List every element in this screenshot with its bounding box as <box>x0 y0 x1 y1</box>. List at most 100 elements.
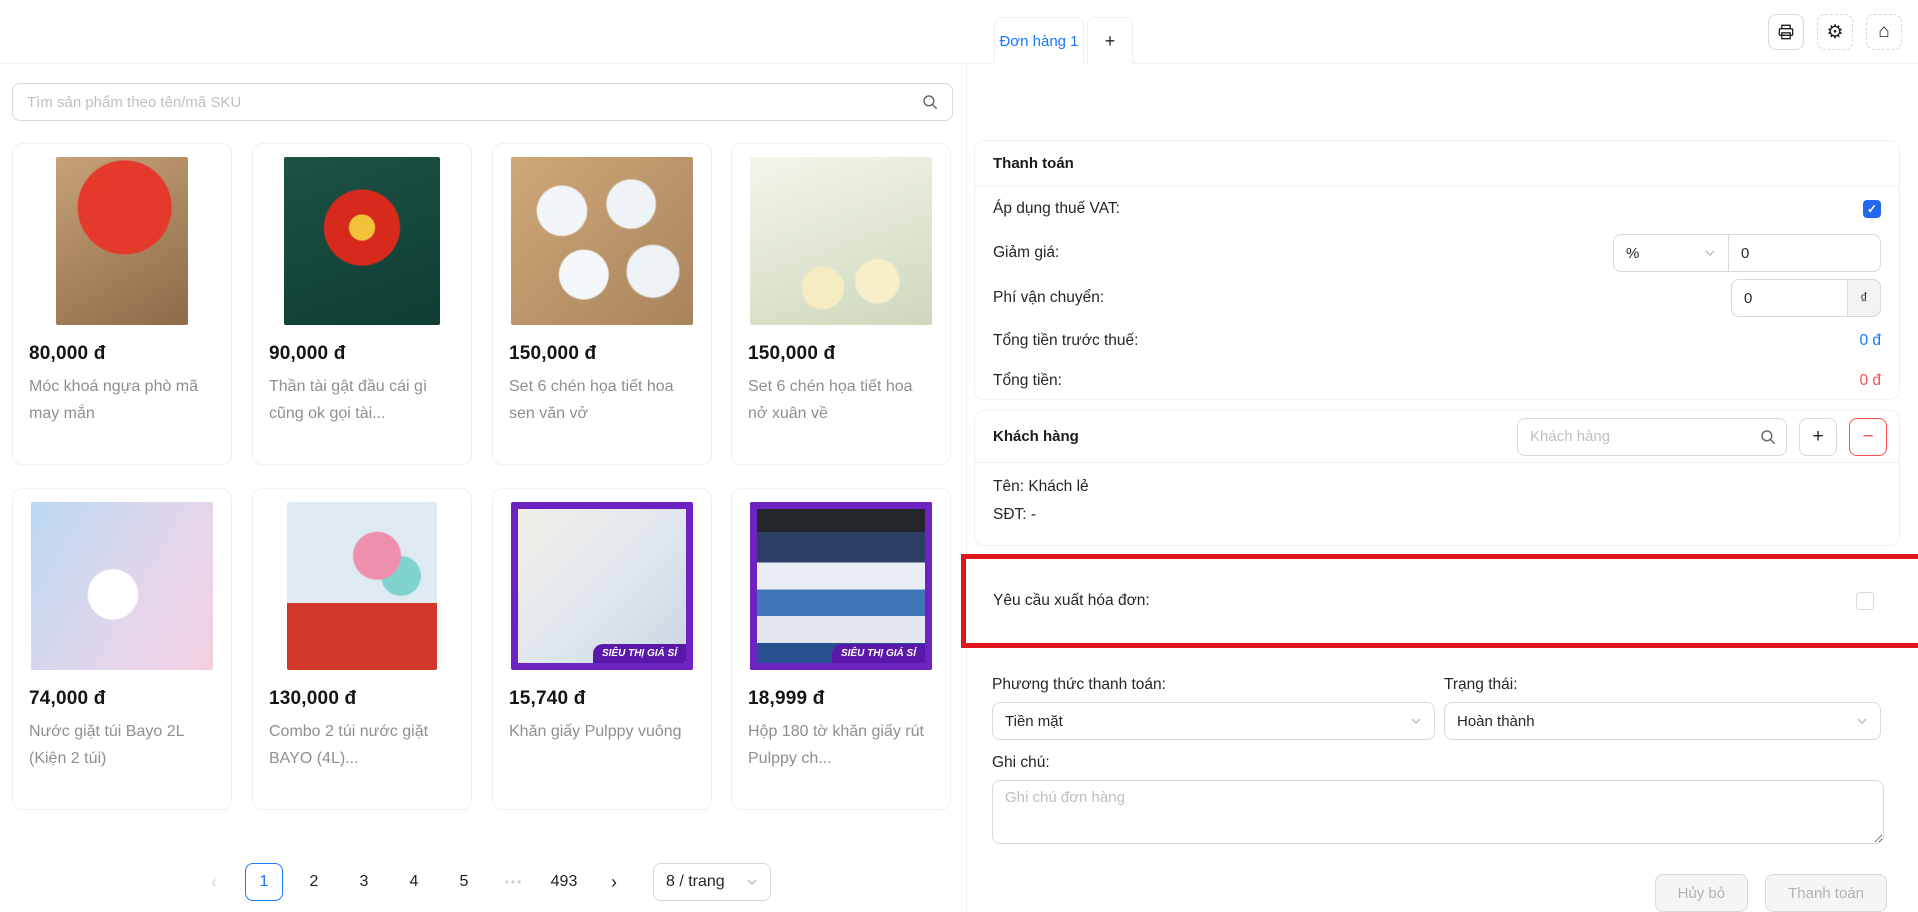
note-section: Ghi chú: <box>992 754 1884 849</box>
order-panel: Thanh toán Áp dụng thuế VAT: ✓ Giảm giá:… <box>967 64 1918 912</box>
status-select[interactable]: Hoàn thành <box>1444 702 1881 740</box>
new-order-tab-button[interactable]: + <box>1087 17 1133 64</box>
payment-section: Thanh toán Áp dụng thuế VAT: ✓ Giảm giá:… <box>974 140 1900 400</box>
customer-title: Khách hàng <box>993 428 1079 445</box>
shipping-input-group: ₫ <box>1731 279 1881 317</box>
product-price: 130,000 đ <box>269 688 455 710</box>
vat-label: Áp dụng thuế VAT: <box>993 200 1120 218</box>
remove-customer-button[interactable]: − <box>1849 418 1887 456</box>
chevron-down-icon <box>1410 715 1422 727</box>
ellipsis-icon[interactable]: ••• <box>495 863 533 901</box>
payment-title: Thanh toán <box>975 141 1899 187</box>
subtotal-label: Tổng tiền trước thuế: <box>993 332 1138 350</box>
product-image <box>56 157 188 325</box>
home-icon: ⌂ <box>1878 21 1889 43</box>
product-panel: 80,000 đ Móc khoá ngựa phò mã may mắn 90… <box>0 64 966 912</box>
product-card[interactable]: SIÊU THỊ GIÁ SỈ 15,740 đ Khăn giấy Pulpp… <box>492 488 712 810</box>
note-textarea[interactable] <box>992 780 1884 844</box>
discount-unit-select[interactable]: % <box>1613 234 1729 272</box>
product-name: Combo 2 túi nước giặt BAYO (4L)... <box>269 718 455 772</box>
product-search-input[interactable] <box>12 83 953 121</box>
customer-section: Khách hàng + − Tên: Khách lẻ SĐT: - <box>974 410 1900 546</box>
customer-search <box>1517 418 1787 456</box>
product-card[interactable]: SIÊU THỊ GIÁ SỈ 18,999 đ Hộp 180 tờ khăn… <box>731 488 951 810</box>
discount-input[interactable] <box>1729 245 1880 262</box>
page-3[interactable]: 3 <box>345 863 383 901</box>
product-search <box>12 83 953 121</box>
product-name: Set 6 chén họa tiết hoa sen văn vở <box>509 373 695 427</box>
add-customer-button[interactable]: + <box>1799 418 1837 456</box>
invoice-request-label: Yêu cầu xuất hóa đơn: <box>993 592 1150 610</box>
product-card[interactable]: 150,000 đ Set 6 chén họa tiết hoa nở xuâ… <box>731 143 951 465</box>
product-card[interactable]: 130,000 đ Combo 2 túi nước giặt BAYO (4L… <box>252 488 472 810</box>
product-price: 150,000 đ <box>748 343 934 365</box>
product-card[interactable]: 74,000 đ Nước giặt túi Bayo 2L (Kiện 2 t… <box>12 488 232 810</box>
page-1[interactable]: 1 <box>245 863 283 901</box>
total-label: Tổng tiền: <box>993 372 1062 390</box>
discount-label: Giảm giá: <box>993 244 1059 262</box>
shipping-label: Phí vận chuyển: <box>993 289 1104 307</box>
next-page-button[interactable]: › <box>595 863 633 901</box>
product-name: Nước giặt túi Bayo 2L (Kiện 2 túi) <box>29 718 215 772</box>
customer-phone: SĐT: - <box>993 501 1881 529</box>
status-value: Hoàn thành <box>1457 713 1535 730</box>
app-header: Đơn hàng 1 + ⚙ ⌂ <box>0 0 1918 64</box>
discount-field-wrap <box>1728 234 1881 272</box>
plus-icon: + <box>1105 31 1116 52</box>
product-image <box>31 502 213 670</box>
page-4[interactable]: 4 <box>395 863 433 901</box>
invoice-request-checkbox[interactable] <box>1856 592 1874 610</box>
discount-unit-value: % <box>1626 245 1639 262</box>
page-last[interactable]: 493 <box>545 863 583 901</box>
product-price: 80,000 đ <box>29 343 215 365</box>
payment-method-value: Tiền mặt <box>1005 713 1063 730</box>
product-card[interactable]: 150,000 đ Set 6 chén họa tiết hoa sen vă… <box>492 143 712 465</box>
pagination: ‹ 1 2 3 4 5 ••• 493 › 8 / trang <box>0 862 966 902</box>
product-price: 18,999 đ <box>748 688 934 710</box>
page-size-value: 8 / trang <box>666 873 725 891</box>
chevron-down-icon <box>1704 247 1716 259</box>
product-name: Hộp 180 tờ khăn giấy rút Pulppy ch... <box>748 718 934 772</box>
prev-page-button[interactable]: ‹ <box>195 863 233 901</box>
product-name: Set 6 chén họa tiết hoa nở xuân về <box>748 373 934 427</box>
page-5[interactable]: 5 <box>445 863 483 901</box>
cancel-button[interactable]: Hủy bỏ <box>1655 874 1749 912</box>
tab-order-1[interactable]: Đơn hàng 1 <box>994 17 1084 64</box>
product-name: Móc khoá ngựa phò mã may mắn <box>29 373 215 427</box>
image-badge: SIÊU THỊ GIÁ SỈ <box>832 644 925 663</box>
header-toolbar: ⚙ ⌂ <box>1768 14 1902 50</box>
product-price: 90,000 đ <box>269 343 455 365</box>
note-label: Ghi chú: <box>992 754 1884 772</box>
image-badge: SIÊU THỊ GIÁ SỈ <box>593 644 686 663</box>
vat-checkbox[interactable]: ✓ <box>1863 200 1881 218</box>
checkout-button[interactable]: Thanh toán <box>1765 874 1887 912</box>
plus-icon: + <box>1812 426 1823 448</box>
product-image: SIÊU THỊ GIÁ SỈ <box>511 502 693 670</box>
page-2[interactable]: 2 <box>295 863 333 901</box>
minus-icon: − <box>1862 426 1873 448</box>
product-card[interactable]: 90,000 đ Thần tài gật đầu cái gì cũng ok… <box>252 143 472 465</box>
payment-method-label: Phương thức thanh toán: <box>992 676 1435 694</box>
currency-suffix: ₫ <box>1847 279 1881 317</box>
check-icon: ✓ <box>1867 202 1877 216</box>
search-icon[interactable] <box>1759 428 1777 446</box>
shipping-input[interactable] <box>1732 290 1847 307</box>
chevron-down-icon <box>1856 715 1868 727</box>
payment-method-select[interactable]: Tiền mặt <box>992 702 1435 740</box>
page-size-select[interactable]: 8 / trang <box>653 863 771 901</box>
search-icon[interactable] <box>921 93 939 111</box>
subtotal-value: 0 đ <box>1859 332 1881 350</box>
customer-name: Tên: Khách lẻ <box>993 473 1881 501</box>
discount-input-group: % <box>1613 234 1881 272</box>
order-options: Phương thức thanh toán: Tiền mặt Trạng t… <box>992 676 1881 740</box>
customer-search-input[interactable] <box>1517 418 1787 456</box>
product-name: Thần tài gật đầu cái gì cũng ok gọi tài.… <box>269 373 455 427</box>
product-card[interactable]: 80,000 đ Móc khoá ngựa phò mã may mắn <box>12 143 232 465</box>
gear-icon: ⚙ <box>1826 21 1843 44</box>
settings-button[interactable]: ⚙ <box>1817 14 1853 50</box>
product-price: 15,740 đ <box>509 688 695 710</box>
home-button[interactable]: ⌂ <box>1866 14 1902 50</box>
product-image <box>511 157 693 325</box>
tab-order-label: Đơn hàng 1 <box>999 33 1078 50</box>
print-button[interactable] <box>1768 14 1804 50</box>
